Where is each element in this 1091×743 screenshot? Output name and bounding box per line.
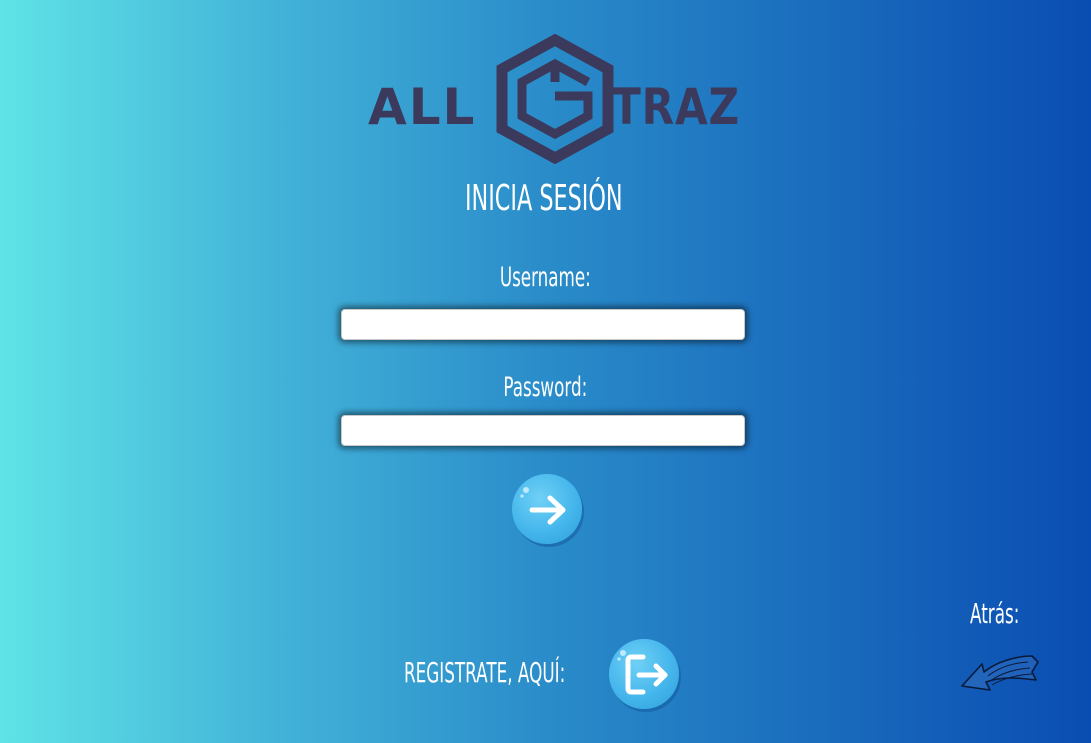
username-label: Username:: [499, 262, 591, 293]
password-label: Password:: [503, 372, 588, 403]
page-title: INICIA SESIÓN: [464, 178, 623, 219]
logo-text-right: TRAZ: [612, 78, 740, 136]
register-button[interactable]: [609, 639, 679, 709]
app-logo: ALL TRAZ: [366, 34, 744, 164]
logo-text-left: ALL: [368, 78, 476, 136]
back-label: Atrás:: [970, 597, 1020, 630]
exit-door-icon: [617, 650, 668, 695]
allstraz-logo-graphic: ALL TRAZ: [368, 34, 740, 164]
login-submit-button[interactable]: [512, 474, 582, 544]
arrow-right-icon: [520, 487, 566, 525]
register-label: REGISTRATE, AQUÍ:: [404, 656, 566, 689]
password-input[interactable]: [341, 415, 745, 446]
curved-arrow-left-icon: [961, 655, 1039, 691]
username-input[interactable]: [341, 309, 745, 340]
back-button[interactable]: [958, 650, 1040, 702]
